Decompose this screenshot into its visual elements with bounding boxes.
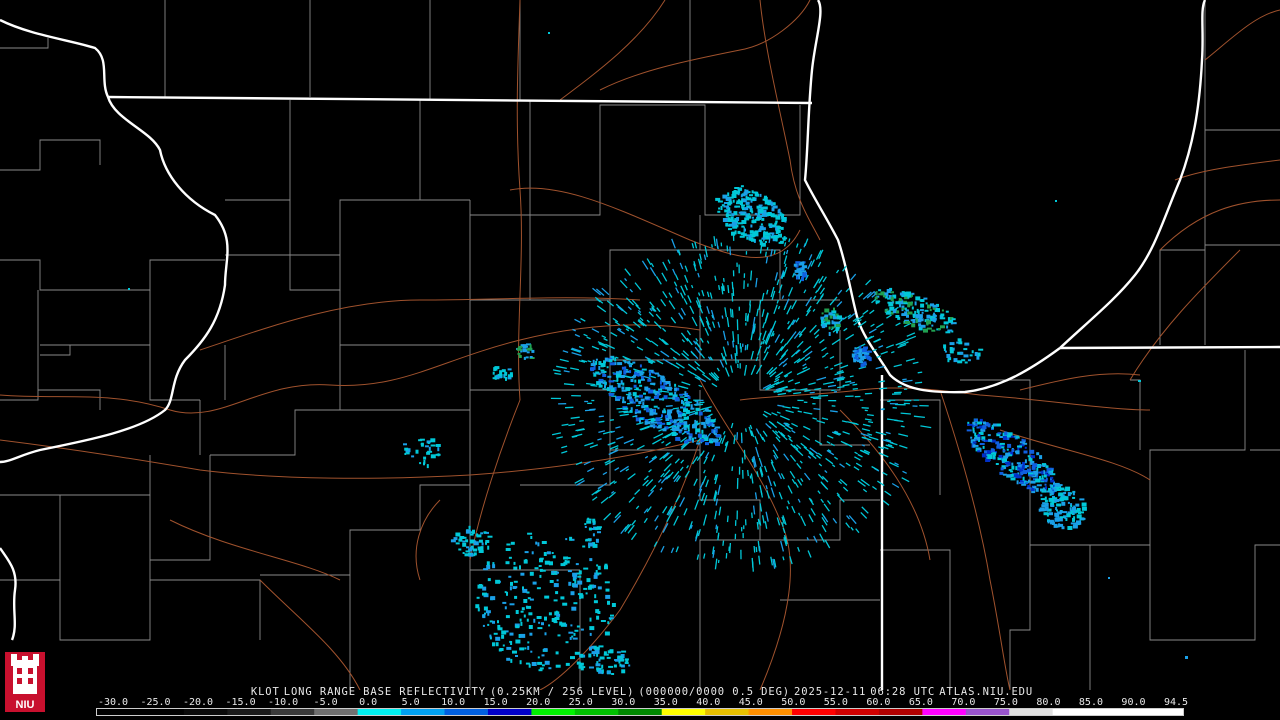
- colorbar-label: 70.0: [951, 697, 976, 708]
- colorbar-swatch: [835, 709, 880, 715]
- colorbar-swatch: [357, 709, 402, 715]
- colorbar-swatch: [574, 709, 619, 715]
- colorbar-label: -10.0: [268, 697, 299, 708]
- colorbar-label: 0.0: [359, 697, 378, 708]
- colorbar-swatch: [97, 709, 141, 715]
- colorbar-label: 90.0: [1121, 697, 1146, 708]
- reflectivity-colorbar: [96, 708, 1184, 716]
- colorbar-label: 65.0: [908, 697, 933, 708]
- colorbar-swatch: [1009, 709, 1054, 715]
- colorbar-label: -20.0: [182, 697, 214, 708]
- colorbar-swatch: [401, 709, 446, 715]
- colorbar-swatch: [922, 709, 967, 715]
- colorbar-label: -5.0: [313, 697, 338, 708]
- colorbar-label: 5.0: [401, 697, 420, 708]
- colorbar-swatch: [1052, 709, 1097, 715]
- colorbar-swatch: [531, 709, 576, 715]
- colorbar-label: 25.0: [568, 697, 593, 708]
- colorbar-swatch: [705, 709, 750, 715]
- colorbar-swatch: [1096, 709, 1141, 715]
- logo-tower-left-spire: [11, 654, 17, 666]
- colorbar-label: 10.0: [441, 697, 466, 708]
- colorbar-swatch: [270, 709, 315, 715]
- colorbar-label: 50.0: [781, 697, 806, 708]
- colorbar-label: -15.0: [225, 697, 256, 708]
- colorbar-label: 80.0: [1036, 697, 1061, 708]
- colorbar-label: 85.0: [1078, 697, 1103, 708]
- colorbar-swatch: [444, 709, 489, 715]
- colorbar-swatch: [227, 709, 272, 715]
- logo-tower-center-spire: [22, 656, 28, 664]
- indiana-michigan-border: [1059, 345, 1280, 350]
- colorbar-label: 30.0: [611, 697, 636, 708]
- colorbar-swatch: [314, 709, 359, 715]
- radar-map: [0, 0, 1280, 690]
- colorbar-label: 15.0: [483, 697, 508, 708]
- colorbar-label: 94.5: [1163, 697, 1189, 708]
- colorbar-swatch: [140, 709, 185, 715]
- colorbar-label: 35.0: [653, 697, 678, 708]
- colorbar-swatch: [965, 709, 1010, 715]
- colorbar-swatch: [792, 709, 836, 715]
- colorbar-swatch: [487, 709, 532, 715]
- colorbar-swatch: [183, 709, 228, 715]
- colorbar-swatch: [748, 709, 793, 715]
- colorbar-label: 40.0: [696, 697, 721, 708]
- colorbar-label: -25.0: [140, 697, 171, 708]
- map-background: [0, 0, 1280, 690]
- colorbar-label: 55.0: [823, 697, 848, 708]
- colorbar-swatch: [878, 709, 923, 715]
- colorbar-label: -30.0: [97, 697, 129, 708]
- colorbar-label: 20.0: [526, 697, 551, 708]
- colorbar-swatch: [1139, 709, 1183, 715]
- colorbar-swatch: [618, 709, 663, 715]
- logo-tower-right-spire: [33, 654, 39, 666]
- colorbar-swatch: [661, 709, 706, 715]
- colorbar-label: 75.0: [993, 697, 1018, 708]
- colorbar-label: 45.0: [738, 697, 763, 708]
- colorbar-label: 60.0: [866, 697, 891, 708]
